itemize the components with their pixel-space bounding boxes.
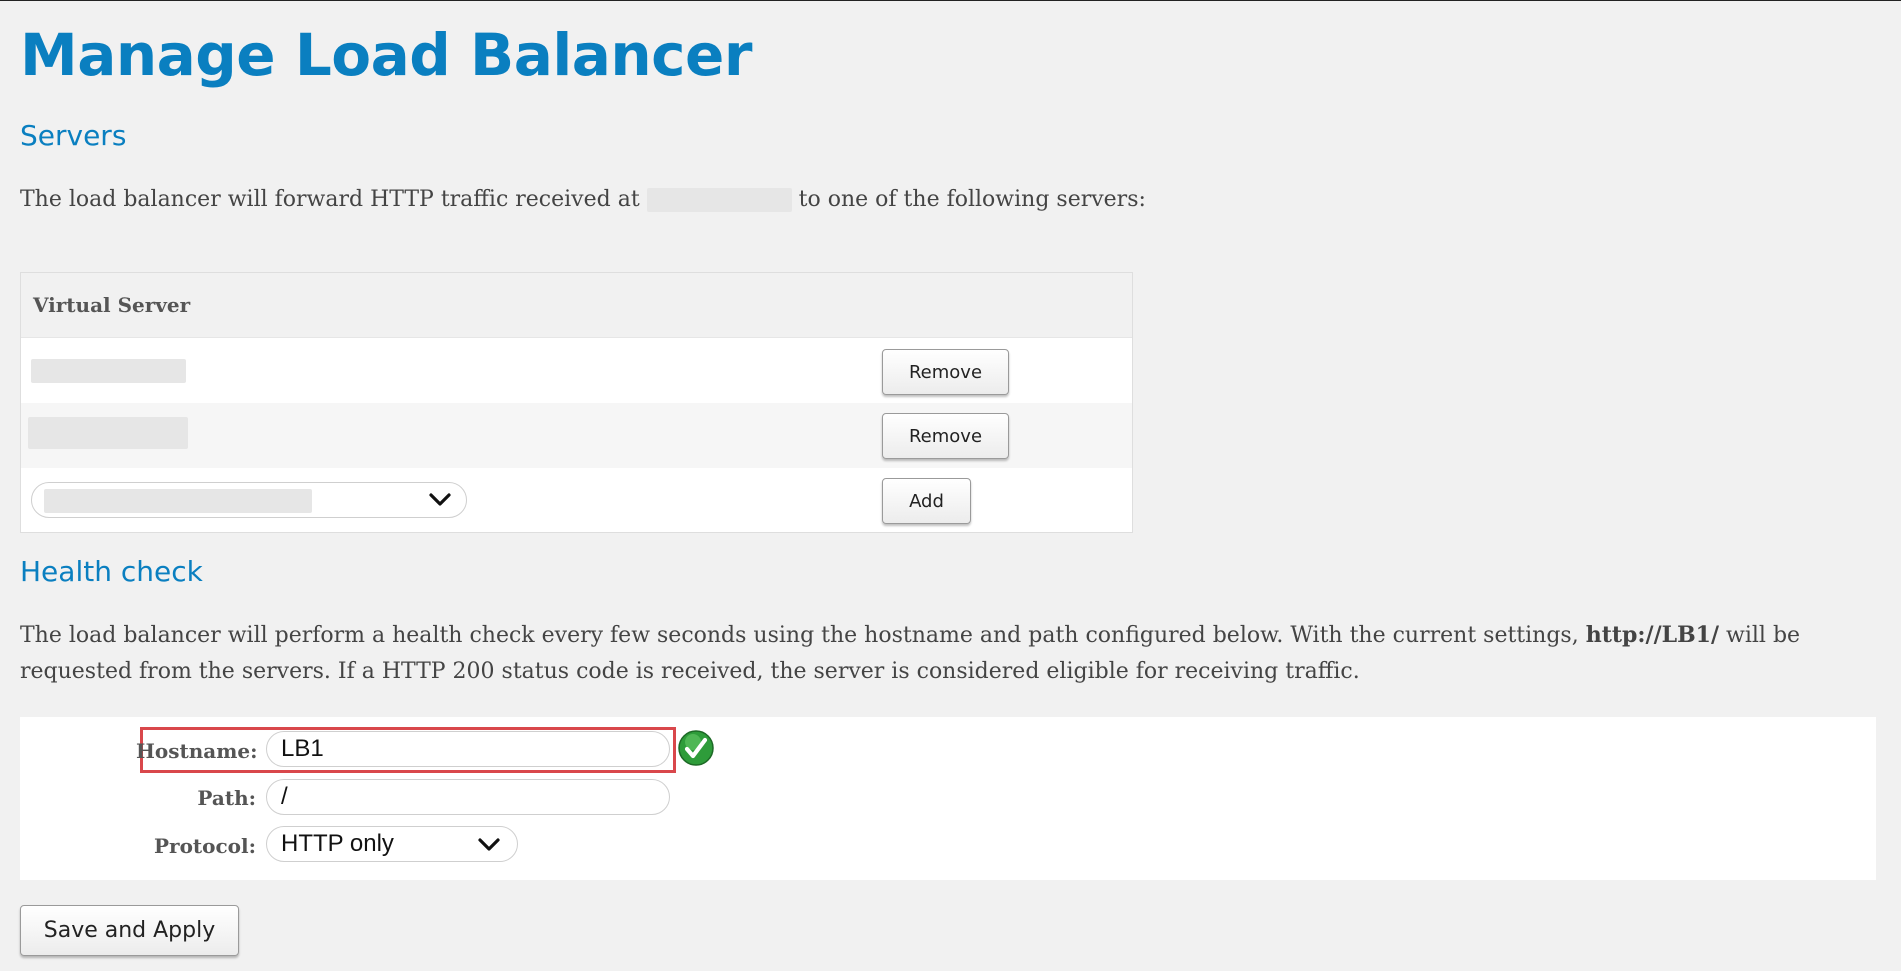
health-check-heading: Health check — [20, 555, 203, 588]
path-input[interactable]: / — [266, 779, 670, 815]
server-select[interactable] — [31, 482, 467, 518]
redacted-address — [646, 188, 792, 212]
table-row: Remove — [21, 338, 1132, 403]
add-server-button[interactable]: Add — [882, 478, 971, 524]
servers-desc-after: to one of the following servers: — [798, 187, 1146, 212]
health-check-description: The load balancer will perform a health … — [20, 617, 1870, 690]
redacted-server-name — [28, 417, 188, 449]
table-row: Remove — [21, 403, 1132, 468]
health-desc-part1: The load balancer will perform a health … — [20, 623, 1579, 648]
servers-description: The load balancer will forward HTTP traf… — [20, 182, 1146, 218]
chevron-down-icon — [429, 493, 451, 506]
servers-heading: Servers — [20, 119, 127, 152]
redacted-server-name — [31, 359, 186, 383]
save-and-apply-button[interactable]: Save and Apply — [20, 905, 239, 956]
chevron-down-icon — [478, 838, 500, 851]
redacted-selected-server — [44, 489, 312, 513]
path-label: Path: — [197, 786, 256, 810]
remove-server-button[interactable]: Remove — [882, 349, 1009, 395]
path-row: Path: — [136, 786, 256, 816]
green-check-icon — [678, 730, 714, 766]
table-header-virtual-server: Virtual Server — [21, 273, 1132, 338]
hostname-label: Hostname: — [136, 739, 258, 763]
protocol-label: Protocol: — [154, 834, 256, 858]
remove-server-button[interactable]: Remove — [882, 413, 1009, 459]
virtual-server-table: Virtual Server Remove Remove Add — [20, 272, 1133, 533]
health-check-url: http://LB1/ — [1585, 622, 1720, 648]
health-check-form: Hostname: LB1 Path: / Protocol: HTTP onl… — [20, 717, 1876, 880]
table-row-add: Add — [21, 468, 1132, 533]
servers-desc-before: The load balancer will forward HTTP traf… — [20, 187, 640, 212]
page-title: Manage Load Balancer — [20, 21, 752, 89]
hostname-input[interactable]: LB1 — [266, 731, 670, 767]
protocol-row: Protocol: — [136, 834, 256, 864]
protocol-select[interactable]: HTTP only — [266, 826, 518, 862]
hostname-row: Hostname: — [136, 739, 258, 769]
protocol-selected-value: HTTP only — [281, 830, 394, 857]
